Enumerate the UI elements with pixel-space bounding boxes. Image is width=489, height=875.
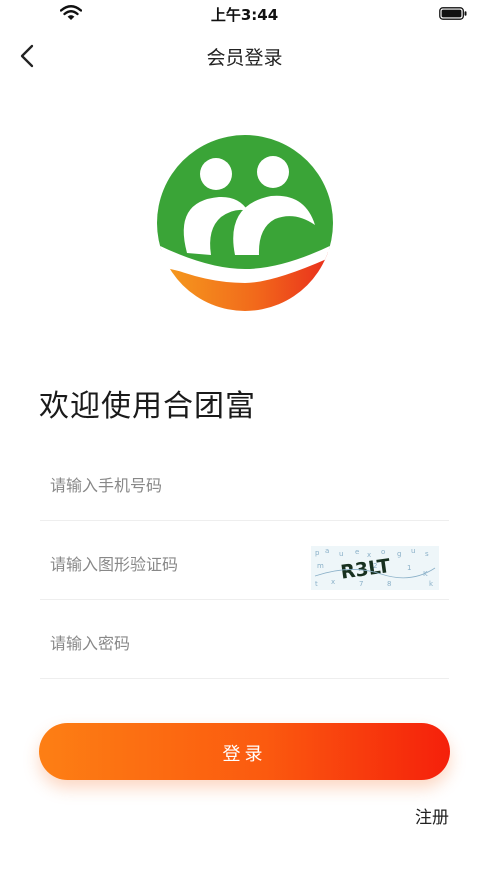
svg-text:m: m <box>317 562 324 570</box>
svg-text:8: 8 <box>387 580 391 588</box>
captcha-input[interactable] <box>50 549 300 579</box>
phone-input[interactable] <box>50 470 300 500</box>
svg-text:e: e <box>355 548 359 556</box>
status-time: 上午3:44 <box>210 6 279 24</box>
svg-text:t: t <box>315 580 318 588</box>
svg-text:s: s <box>425 550 429 558</box>
register-link[interactable]: 注册 <box>415 803 449 828</box>
captcha-field: pau exo gus mx7 81K kt2 R3LT <box>40 521 449 600</box>
svg-text:g: g <box>397 550 401 558</box>
status-bar: 上午3:44 <box>0 0 489 28</box>
login-button[interactable]: 登录 <box>39 723 450 780</box>
nav-bar: 会员登录 <box>0 28 489 84</box>
password-field <box>40 600 449 679</box>
login-button-label: 登录 <box>222 744 267 764</box>
app-logo <box>157 135 333 311</box>
svg-text:a: a <box>325 547 329 555</box>
page-title: 会员登录 <box>206 47 283 69</box>
welcome-heading: 欢迎使用合团富 <box>39 389 256 424</box>
phone-field <box>40 442 449 521</box>
svg-text:p: p <box>315 549 320 557</box>
svg-text:1: 1 <box>407 564 411 572</box>
svg-text:u: u <box>411 547 415 555</box>
svg-text:x: x <box>331 578 335 586</box>
svg-text:u: u <box>339 550 343 558</box>
battery-icon <box>439 7 467 20</box>
captcha-image[interactable]: pau exo gus mx 7 81K kt2 R3LT <box>311 546 439 590</box>
password-input[interactable] <box>50 628 300 658</box>
